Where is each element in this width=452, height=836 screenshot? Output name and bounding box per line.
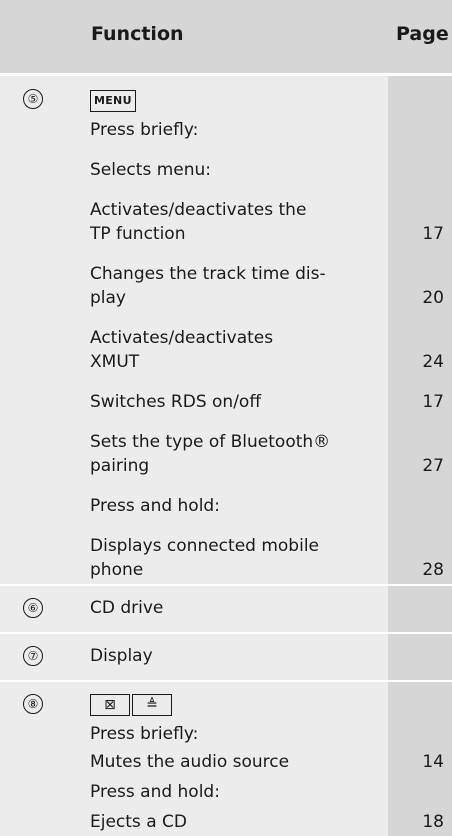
page-number: 17: [422, 224, 444, 244]
page-number: 17: [422, 392, 444, 412]
table-row-8: ⑧ ⊠ ≜ Press briefly: Mutes the audio sou…: [0, 682, 452, 836]
mute-key-icon: ⊠: [90, 694, 130, 716]
page-number: 27: [422, 456, 444, 476]
item-number-7: ⑦: [23, 646, 43, 666]
item-number-5: ⑤: [23, 89, 43, 109]
row8-line: Press and hold:: [90, 782, 220, 802]
page-number: 18: [422, 812, 444, 832]
eject-key-icon: ≜: [132, 694, 172, 716]
row5-line: XMUT: [90, 352, 140, 372]
row8-line: Press briefly:: [90, 724, 199, 744]
page-column: [388, 586, 452, 632]
row5-line: Changes the track time dis-: [90, 264, 326, 284]
table-row-7: ⑦ Display: [0, 634, 452, 680]
row5-line: Switches RDS on/off: [90, 392, 262, 412]
table-header: Function Page: [0, 0, 452, 74]
row5-line: Activates/deactivates: [90, 328, 274, 348]
page-column: [388, 634, 452, 680]
page-number: 20: [422, 288, 444, 308]
item-number-6: ⑥: [23, 598, 43, 618]
menu-key-icon: MENU: [90, 90, 136, 112]
row5-line: phone: [90, 560, 144, 580]
header-page: Page: [396, 23, 449, 45]
row6-text: CD drive: [90, 598, 164, 618]
row5-line: Selects menu:: [90, 160, 212, 180]
table-row-5: ⑤ MENU Press briefly: Selects menu: Acti…: [0, 76, 452, 584]
row5-line: Activates/deactivates the: [90, 200, 307, 220]
table-row-6: ⑥ CD drive: [0, 586, 452, 632]
page-number: 28: [422, 560, 444, 580]
row8-line: Mutes the audio source: [90, 752, 290, 772]
row5-line: pairing: [90, 456, 150, 476]
page-number: 24: [422, 352, 444, 372]
row8-line: Ejects a CD: [90, 812, 187, 832]
row5-line: play: [90, 288, 126, 308]
row5-line: Sets the type of Bluetooth®: [90, 432, 331, 452]
function-table: Function Page ⑤ MENU Press briefly: Sele…: [0, 0, 452, 836]
page-column: [388, 76, 452, 584]
row5-line: Press briefly:: [90, 120, 199, 140]
item-number-8: ⑧: [23, 694, 43, 714]
header-function: Function: [91, 23, 184, 45]
row5-line: Press and hold:: [90, 496, 220, 516]
row7-text: Display: [90, 646, 153, 666]
row5-line: Displays connected mobile: [90, 536, 320, 556]
row5-line: TP function: [90, 224, 186, 244]
page-number: 14: [422, 752, 444, 772]
